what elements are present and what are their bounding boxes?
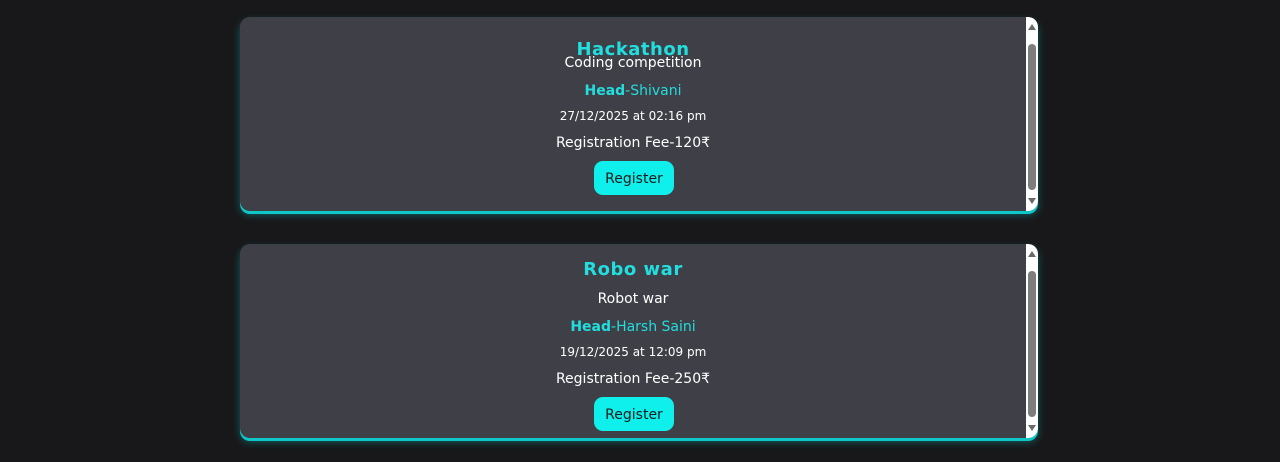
scroll-up-arrow-icon[interactable] <box>1028 24 1036 30</box>
scroll-down-arrow-icon[interactable] <box>1028 198 1036 204</box>
event-description: Robot war <box>597 291 669 307</box>
event-list: Hackathon Coding competition Head-Shivan… <box>0 0 1280 462</box>
event-card-robo-war: Robo war Robot war Head-Harsh Saini 19/1… <box>240 244 1038 438</box>
scroll-thumb[interactable] <box>1028 44 1036 190</box>
scroll-up-arrow-icon[interactable] <box>1028 251 1036 257</box>
scroll-thumb[interactable] <box>1028 271 1036 417</box>
event-title: Robo war <box>583 259 683 280</box>
register-button[interactable]: Register <box>594 397 674 431</box>
event-card-content[interactable]: Robo war Robot war Head-Harsh Saini 19/1… <box>240 244 1026 438</box>
head-name: -Harsh Saini <box>611 319 696 335</box>
event-card-content[interactable]: Hackathon Coding competition Head-Shivan… <box>240 17 1026 211</box>
head-label: Head <box>584 83 626 99</box>
event-card-hackathon: Hackathon Coding competition Head-Shivan… <box>240 17 1038 211</box>
scroll-down-arrow-icon[interactable] <box>1028 425 1036 431</box>
card-scrollbar[interactable] <box>1026 17 1038 211</box>
head-name: -Shivani <box>625 83 682 99</box>
register-button[interactable]: Register <box>594 161 674 195</box>
event-head: Head-Shivani <box>240 83 1026 99</box>
event-fee: Registration Fee-120₹ <box>555 135 711 151</box>
head-label: Head <box>570 319 612 335</box>
card-scrollbar[interactable] <box>1026 244 1038 438</box>
event-fee: Registration Fee-250₹ <box>555 371 711 387</box>
event-head: Head-Harsh Saini <box>240 319 1026 335</box>
event-description: Coding competition <box>564 55 702 71</box>
event-datetime: 19/12/2025 at 12:09 pm <box>559 345 707 359</box>
event-datetime: 27/12/2025 at 02:16 pm <box>559 109 707 123</box>
